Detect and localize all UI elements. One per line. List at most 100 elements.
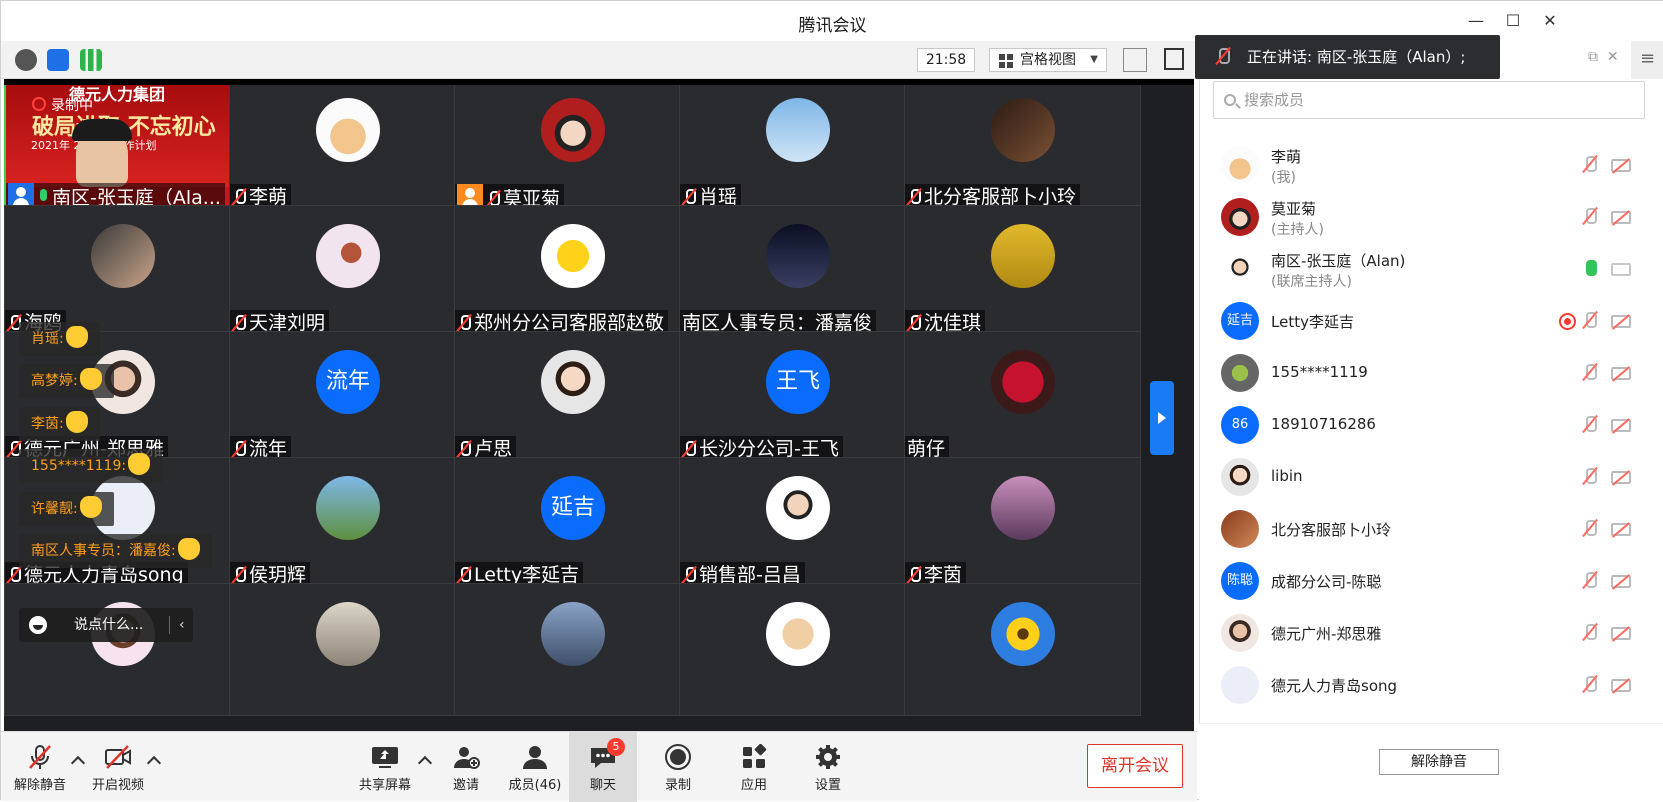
popout-icon[interactable]: ⧉	[1588, 49, 1598, 65]
video-tile[interactable]: 李茵	[904, 457, 1141, 590]
unmute-button[interactable]: 解除静音	[9, 732, 71, 802]
speaking-notice: 正在讲话: 南区-张玉庭（Alan）;	[1195, 35, 1500, 79]
member-name: 莫亚菊	[1271, 200, 1317, 218]
member-name: 155****1119	[1271, 363, 1368, 381]
fullscreen-icon[interactable]	[1123, 48, 1147, 72]
next-page-arrow-icon[interactable]	[1150, 381, 1174, 455]
info-icon[interactable]	[15, 49, 37, 71]
member-row[interactable]: 北分客服部卜小玲	[1211, 502, 1651, 557]
member-row[interactable]: 陈聪 成都分公司-陈聪	[1211, 554, 1651, 609]
member-row[interactable]: 南区-张玉庭（Alan) (联席主持人)	[1211, 242, 1651, 297]
unmute-all-button[interactable]: 解除静音	[1379, 749, 1499, 775]
share-screen-label: 共享屏幕	[358, 778, 411, 793]
mic-muted-icon[interactable]	[1583, 572, 1597, 590]
video-tile[interactable]: 李萌	[229, 79, 466, 212]
mic-muted-icon	[457, 566, 471, 584]
close-panel-icon[interactable]: ✕	[1607, 49, 1619, 65]
mic-muted-icon[interactable]	[1583, 676, 1597, 694]
video-tile[interactable]: 沈佳琪	[904, 205, 1141, 338]
mic-muted-icon[interactable]	[1583, 364, 1597, 382]
signal-icon[interactable]	[80, 49, 102, 71]
share-screen-button[interactable]: 共享屏幕	[353, 732, 417, 802]
avatar	[316, 602, 380, 666]
video-tile[interactable]: 延吉 Letty李延吉	[454, 457, 691, 590]
camera-off-icon[interactable]	[1611, 523, 1631, 536]
mic-muted-icon[interactable]	[1583, 416, 1597, 434]
view-mode-select[interactable]: 宫格视图 ▼	[989, 48, 1107, 72]
member-row[interactable]: 李萌 (我)	[1211, 138, 1651, 193]
camera-off-icon[interactable]	[1611, 471, 1631, 484]
leave-meeting-button[interactable]: 离开会议	[1087, 744, 1183, 788]
video-tile[interactable]	[454, 583, 691, 716]
chevron-up-icon[interactable]	[417, 755, 433, 771]
avatar	[1221, 198, 1259, 236]
record-button[interactable]: 录制	[647, 732, 709, 802]
chat-button[interactable]: 5 聊天	[569, 732, 637, 802]
camera-off-icon[interactable]	[1611, 679, 1631, 692]
video-tile-active-speaker[interactable]: 德元人力集团 录制中 破局进取 不忘初心 2021年 2022年工作计划 南区-…	[4, 79, 241, 212]
video-tile[interactable]: 郑州分公司客服部赵敬	[454, 205, 691, 338]
invite-label: 邀请	[452, 778, 479, 793]
member-row[interactable]: 德元人力青岛song	[1211, 658, 1651, 713]
camera-off-icon[interactable]	[1611, 367, 1631, 380]
video-tile[interactable]: 卢思	[454, 331, 691, 464]
settings-button[interactable]: 设置	[797, 732, 859, 802]
member-row[interactable]: 86 18910716286	[1211, 398, 1651, 453]
video-tile[interactable]: 肖瑶	[679, 79, 916, 212]
emoji-icon[interactable]	[29, 616, 47, 634]
video-tile[interactable]: 侯玥辉	[229, 457, 466, 590]
video-tile[interactable]: 南区人事专员：潘嘉俊	[679, 205, 916, 338]
member-row[interactable]: 德元广州-郑思雅	[1211, 606, 1651, 661]
mic-on-icon[interactable]	[1583, 260, 1597, 278]
grid-top-strip	[4, 79, 1194, 85]
camera-off-icon[interactable]	[1611, 419, 1631, 432]
camera-off-icon[interactable]	[1611, 575, 1631, 588]
members-button[interactable]: 成员(46)	[503, 732, 567, 802]
member-row[interactable]: 莫亚菊 (主持人)	[1211, 190, 1651, 245]
chevron-up-icon[interactable]	[146, 755, 162, 771]
shield-icon[interactable]	[47, 49, 69, 71]
mic-muted-icon[interactable]	[1583, 312, 1597, 330]
camera-on-icon[interactable]	[1611, 263, 1631, 276]
mic-muted-icon[interactable]	[1583, 468, 1597, 486]
mic-muted-icon[interactable]	[1583, 520, 1597, 538]
meeting-toolbar: 21:58 宫格视图 ▼	[1, 41, 1201, 79]
reaction-bubble: 李茵:	[19, 407, 100, 441]
video-tile[interactable]: 流年 流年	[229, 331, 466, 464]
minimize-icon[interactable]: —	[1466, 11, 1486, 31]
maximize-icon[interactable]: ☐	[1503, 11, 1523, 31]
video-tile[interactable]: 海鸥	[4, 205, 241, 338]
video-tile[interactable]: 萌仔	[904, 331, 1141, 464]
video-tile[interactable]	[4, 583, 241, 716]
member-row[interactable]: 155****1119	[1211, 346, 1651, 401]
member-row[interactable]: 延吉 Letty李延吉	[1211, 294, 1651, 349]
camera-off-icon[interactable]	[1611, 627, 1631, 640]
chevron-left-icon[interactable]: ‹	[179, 608, 185, 642]
video-tile[interactable]: 销售部-吕昌	[679, 457, 916, 590]
camera-off-icon[interactable]	[1611, 211, 1631, 224]
mic-muted-icon[interactable]	[1583, 208, 1597, 226]
video-tile[interactable]: 莫亚菊	[454, 79, 691, 212]
video-tile[interactable]	[904, 583, 1141, 716]
apps-button[interactable]: 应用	[723, 732, 785, 802]
close-icon[interactable]: ✕	[1540, 11, 1560, 31]
chevron-up-icon[interactable]	[70, 755, 86, 771]
video-tile[interactable]: 北分客服部卜小玲	[904, 79, 1141, 212]
chevron-down-icon: ▼	[1090, 54, 1098, 65]
mic-muted-icon[interactable]	[1583, 156, 1597, 174]
invite-button[interactable]: 邀请	[436, 732, 496, 802]
camera-off-icon[interactable]	[1611, 159, 1631, 172]
camera-off-icon[interactable]	[1611, 315, 1631, 328]
panel-menu-icon[interactable]	[1631, 41, 1663, 79]
video-tile[interactable]	[229, 583, 466, 716]
meeting-control-bar: 解除静音 开启视频 共享屏幕 邀请 成员(46) 5 聊天 录制 应用 设置 离…	[1, 731, 1197, 802]
member-row[interactable]: libin	[1211, 450, 1651, 505]
quick-chat-input[interactable]: 说点什么... ‹	[19, 608, 193, 642]
video-tile[interactable]	[679, 583, 916, 716]
start-video-button[interactable]: 开启视频	[87, 732, 149, 802]
video-tile[interactable]: 天津刘明	[229, 205, 466, 338]
mic-muted-icon[interactable]	[1583, 624, 1597, 642]
video-tile[interactable]: 王飞 长沙分公司-王飞	[679, 331, 916, 464]
side-panel-toggle-icon[interactable]	[1164, 48, 1184, 70]
member-search-input[interactable]: 搜索成员	[1213, 81, 1645, 119]
